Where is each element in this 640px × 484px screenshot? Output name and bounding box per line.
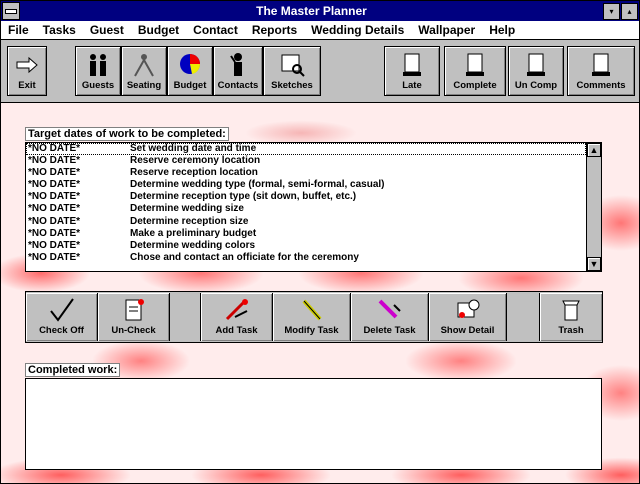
uncomp-label: Un Comp (514, 80, 558, 91)
scroll-up-button[interactable]: ▲ (587, 143, 601, 157)
trash-label: Trash (558, 325, 584, 336)
task-row[interactable]: *NO DATE* Determine reception type (sit d… (26, 191, 586, 203)
tasks-scrollbar[interactable]: ▲ ▼ (586, 143, 601, 271)
sketches-label: Sketches (271, 80, 313, 91)
modify-task-label: Modify Task (284, 325, 339, 336)
window-title: The Master Planner (256, 4, 367, 18)
completed-work-listbox[interactable] (25, 378, 602, 470)
delete-task-label: Delete Task (363, 325, 416, 336)
delete-eraser-icon (378, 299, 401, 319)
budget-icon (180, 54, 201, 74)
budget-button[interactable]: Budget (167, 46, 213, 96)
tasks-rows: *NO DATE* Set wedding date and time *NO D… (26, 143, 586, 264)
sketches-button[interactable]: Sketches (263, 46, 321, 96)
menu-contact[interactable]: Contact (186, 23, 245, 37)
uncheck-doc-icon (125, 299, 144, 321)
show-detail-icon (457, 299, 479, 318)
maximize-button[interactable]: ▴ (621, 2, 638, 20)
menu-help[interactable]: Help (482, 23, 522, 37)
uncheck-button[interactable]: Un-Check (98, 293, 170, 341)
trash-icon (562, 300, 580, 321)
task-row[interactable]: *NO DATE* Set wedding date and time (26, 143, 586, 156)
tasks-group-label: Target dates of work to be completed: (25, 127, 229, 141)
task-row[interactable]: *NO DATE* Determine wedding type (formal,… (26, 179, 586, 191)
late-doc-icon (403, 53, 421, 76)
menu-wedding-details[interactable]: Wedding Details (304, 23, 411, 37)
contacts-button[interactable]: Contacts (213, 46, 263, 96)
guests-icon (90, 54, 106, 76)
action-spacer (170, 293, 201, 341)
menu-bar: File Tasks Guest Budget Contact Reports … (1, 21, 639, 40)
task-row[interactable]: *NO DATE* Determine wedding size (26, 203, 586, 215)
seating-label: Seating (126, 80, 162, 91)
seating-button[interactable]: Seating (121, 46, 167, 96)
exit-button[interactable]: Exit (7, 46, 47, 96)
uncomp-button[interactable]: Un Comp (508, 46, 564, 96)
modify-task-button[interactable]: Modify Task (273, 293, 351, 341)
scroll-down-button[interactable]: ▼ (587, 257, 601, 271)
task-row[interactable]: *NO DATE* Make a preliminary budget (26, 228, 586, 240)
menu-wallpaper[interactable]: Wallpaper (411, 23, 482, 37)
guests-button[interactable]: Guests (75, 46, 121, 96)
task-action-bar: Check Off Un-Check Add Task Modify Task … (25, 291, 603, 343)
exit-label: Exit (18, 80, 36, 91)
show-detail-label: Show Detail (440, 325, 495, 336)
tasks-listbox[interactable]: *NO DATE* Set wedding date and time *NO D… (25, 142, 602, 272)
uncheck-label: Un-Check (111, 325, 156, 336)
guests-label: Guests (81, 80, 115, 91)
title-bar[interactable]: The Master Planner ▾ ▴ (1, 1, 639, 21)
add-task-button[interactable]: Add Task (201, 293, 273, 341)
late-label: Late (402, 80, 422, 91)
sketches-icon (281, 54, 305, 77)
check-off-button[interactable]: Check Off (26, 293, 98, 341)
complete-doc-icon (466, 53, 484, 76)
completed-group-label: Completed work: (25, 363, 121, 377)
checkmark-icon (49, 298, 74, 322)
task-row[interactable]: *NO DATE* Reserve ceremony location (26, 155, 586, 167)
add-task-icon (225, 299, 248, 321)
budget-label: Budget (173, 80, 207, 91)
main-window: The Master Planner ▾ ▴ File Tasks Guest … (0, 0, 640, 484)
task-row[interactable]: *NO DATE* Reserve reception location (26, 167, 586, 179)
action-spacer (507, 293, 540, 341)
uncomp-doc-icon (527, 53, 545, 76)
trash-button[interactable]: Trash (540, 293, 602, 341)
add-task-label: Add Task (215, 325, 258, 336)
toolbar: Exit Guests Seating Budget Contacts Sket… (1, 40, 639, 103)
menu-reports[interactable]: Reports (245, 23, 304, 37)
task-row[interactable]: *NO DATE* Determine reception size (26, 216, 586, 228)
late-button[interactable]: Late (384, 46, 440, 96)
minimize-button[interactable]: ▾ (603, 2, 620, 20)
check-off-label: Check Off (39, 325, 84, 336)
menu-tasks[interactable]: Tasks (36, 23, 83, 37)
exit-icon (16, 56, 38, 74)
contacts-icon (230, 53, 242, 76)
comments-button[interactable]: Comments (567, 46, 635, 96)
menu-guest[interactable]: Guest (83, 23, 131, 37)
task-row[interactable]: *NO DATE* Determine wedding colors (26, 240, 586, 252)
menu-budget[interactable]: Budget (131, 23, 186, 37)
comments-doc-icon (592, 53, 610, 76)
task-row[interactable]: *NO DATE* Chose and contact an officiate … (26, 252, 586, 264)
menu-file[interactable]: File (1, 23, 36, 37)
contacts-label: Contacts (217, 80, 259, 91)
system-menu-button[interactable] (2, 2, 20, 20)
seating-icon (134, 54, 154, 77)
complete-label: Complete (453, 80, 497, 91)
comments-label: Comments (576, 80, 626, 91)
complete-button[interactable]: Complete (444, 46, 506, 96)
delete-task-button[interactable]: Delete Task (351, 293, 429, 341)
modify-pencil-icon (302, 299, 321, 321)
show-detail-button[interactable]: Show Detail (429, 293, 507, 341)
